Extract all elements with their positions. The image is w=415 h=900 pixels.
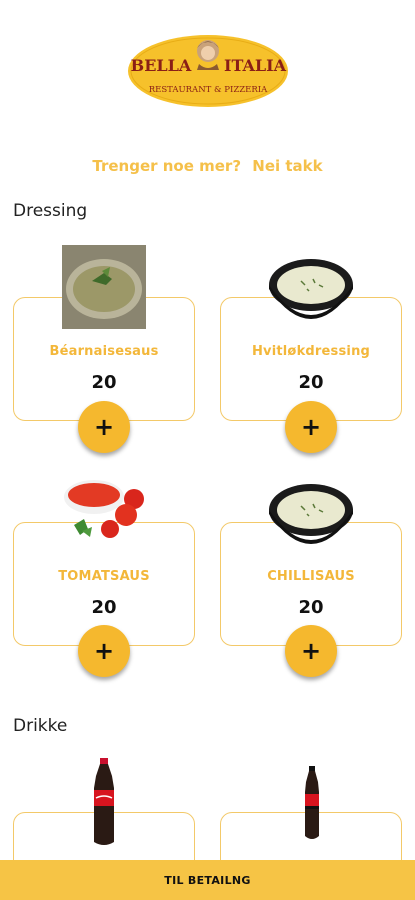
coca-cola-zero-bottle-photo [302, 766, 322, 840]
restaurant-logo: BELLA ITALIA RESTAURANT & PIZZERIA [127, 34, 289, 108]
chilli-sauce-photo [267, 480, 355, 552]
logo-name-right: ITALIA [224, 56, 287, 75]
add-button[interactable]: + [78, 401, 130, 453]
upsell-question: Trenger noe mer? [92, 157, 242, 175]
product-name: Béarnaisesaus [49, 344, 159, 359]
logo-name-left: BELLA [131, 56, 192, 75]
section-title-dressing: Dressing [13, 201, 88, 221]
section-title-drikke: Drikke [13, 716, 68, 736]
checkout-button[interactable]: TIL BETAILNG [0, 860, 415, 900]
product-name: CHILLISAUS [267, 569, 355, 584]
logo-subtitle: RESTAURANT & PIZZERIA [149, 85, 268, 95]
bearnaise-sauce-photo [62, 245, 146, 329]
product-name: Hvitløkdressing [251, 344, 371, 359]
product-price: 20 [91, 372, 117, 393]
add-button[interactable]: + [78, 625, 130, 677]
add-button[interactable]: + [285, 625, 337, 677]
upsell-prompt: Trenger noe mer? Nei takk [0, 157, 415, 175]
add-button[interactable]: + [285, 401, 337, 453]
garlic-dressing-photo [267, 255, 355, 327]
product-price: 20 [298, 372, 324, 393]
product-name: TOMATSAUS [58, 569, 150, 584]
product-price: 20 [298, 597, 324, 618]
product-price: 20 [91, 597, 117, 618]
tomato-sauce-photo [62, 475, 152, 547]
decline-link[interactable]: Nei takk [252, 157, 322, 175]
coca-cola-bottle-photo [90, 758, 118, 846]
